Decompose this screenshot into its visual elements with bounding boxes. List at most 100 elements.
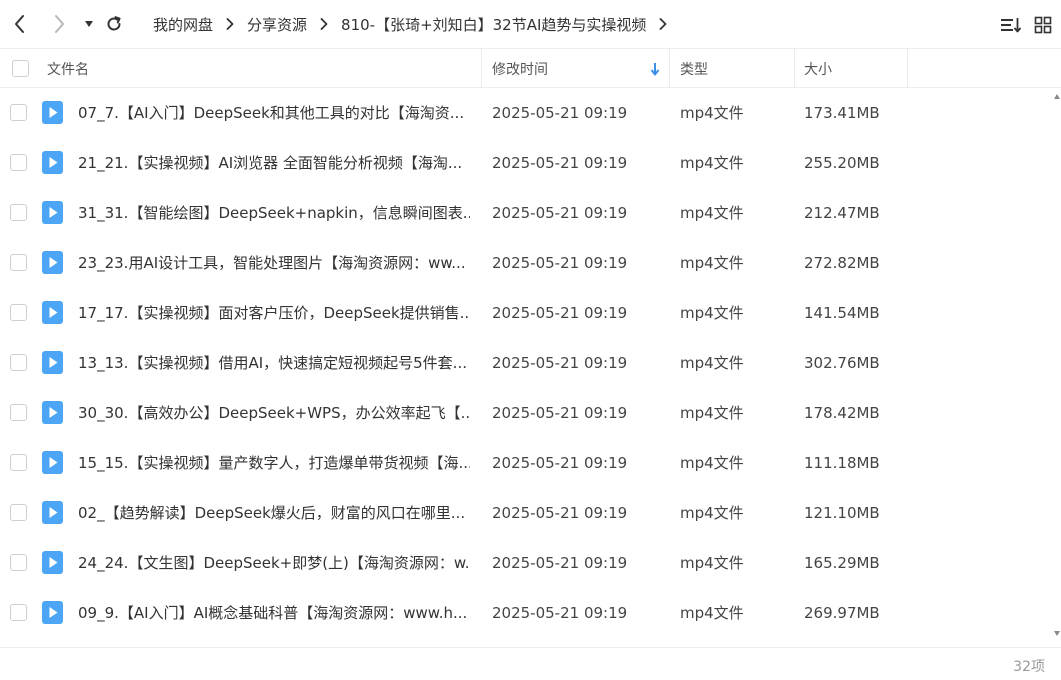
file-type: mp4文件 — [680, 454, 744, 472]
file-size: 302.76MB — [804, 354, 880, 372]
table-row[interactable]: 23_23.用AI设计工具，智能处理图片【海淘资源网：ww... 2025-05-… — [0, 238, 1052, 288]
file-type: mp4文件 — [680, 154, 744, 172]
column-divider[interactable] — [907, 49, 908, 88]
sort-arrow-down-icon[interactable] — [650, 49, 660, 88]
video-file-icon — [42, 201, 63, 224]
column-divider[interactable] — [481, 49, 482, 88]
column-divider[interactable] — [669, 49, 670, 88]
row-checkbox[interactable] — [10, 154, 27, 171]
video-file-icon — [42, 451, 63, 474]
table-row[interactable]: 17_17.【实操视频】面对客户压价，DeepSeek提供销售... 2025-0… — [0, 288, 1052, 338]
select-all-checkbox[interactable] — [12, 60, 29, 77]
video-file-icon — [42, 251, 63, 274]
scroll-up-arrow-icon[interactable] — [1054, 94, 1060, 99]
file-size: 121.10MB — [804, 504, 880, 522]
history-dropdown-button[interactable] — [75, 10, 103, 38]
navigation-bar: 我的网盘 分享资源 810-【张琦+刘知白】32节AI趋势与实操视频 — [0, 0, 1061, 48]
file-name[interactable]: 24_24.【文生图】DeepSeek+即梦(上)【海淘资源网：w... — [78, 538, 470, 588]
table-row[interactable]: 30_30.【高效办公】DeepSeek+WPS，办公效率起飞【... 2025-… — [0, 388, 1052, 438]
grid-view-button[interactable] — [1031, 13, 1055, 37]
chevron-left-icon — [15, 15, 24, 33]
file-name[interactable]: 23_23.用AI设计工具，智能处理图片【海淘资源网：ww... — [78, 238, 470, 288]
column-header-modified[interactable]: 修改时间 — [492, 49, 548, 88]
file-name[interactable]: 31_31.【智能绘图】DeepSeek+napkin，信息瞬间图表... — [78, 188, 470, 238]
row-checkbox[interactable] — [10, 504, 27, 521]
file-type: mp4文件 — [680, 554, 744, 572]
row-checkbox[interactable] — [10, 554, 27, 571]
row-checkbox[interactable] — [10, 254, 27, 271]
caret-down-icon — [85, 21, 93, 27]
row-checkbox[interactable] — [10, 204, 27, 221]
chevron-right-icon — [226, 18, 234, 30]
chevron-right-icon — [320, 18, 328, 30]
row-checkbox[interactable] — [10, 104, 27, 121]
file-modified-time: 2025-05-21 09:19 — [492, 204, 628, 222]
back-button[interactable] — [6, 10, 34, 38]
file-size: 212.47MB — [804, 204, 880, 222]
file-type: mp4文件 — [680, 504, 744, 522]
column-header-name[interactable]: 文件名 — [47, 49, 89, 88]
breadcrumb-item-root[interactable]: 我的网盘 — [153, 14, 213, 35]
video-file-icon — [42, 101, 63, 124]
file-size: 272.82MB — [804, 254, 880, 272]
footer-divider — [0, 647, 1061, 648]
refresh-button[interactable] — [100, 10, 128, 38]
row-checkbox[interactable] — [10, 354, 27, 371]
video-file-icon — [42, 151, 63, 174]
file-size: 165.29MB — [804, 554, 880, 572]
file-name[interactable]: 09_9.【AI入门】AI概念基础科普【海淘资源网：www.h... — [78, 588, 470, 638]
file-modified-time: 2025-05-21 09:19 — [492, 454, 628, 472]
file-name[interactable]: 07_7.【AI入门】DeepSeek和其他工具的对比【海淘资... — [78, 88, 470, 138]
column-header-size[interactable]: 大小 — [804, 49, 832, 88]
forward-button[interactable] — [45, 10, 73, 38]
file-size: 173.41MB — [804, 104, 880, 122]
file-size: 111.18MB — [804, 454, 880, 472]
table-row[interactable]: 24_24.【文生图】DeepSeek+即梦(上)【海淘资源网：w... 2025… — [0, 538, 1052, 588]
file-name[interactable]: 15_15.【实操视频】量产数字人，打造爆单带货视频【海... — [78, 438, 470, 488]
file-modified-time: 2025-05-21 09:19 — [492, 354, 628, 372]
file-size: 178.42MB — [804, 404, 880, 422]
scroll-down-arrow-icon[interactable] — [1054, 631, 1060, 636]
sort-options-button[interactable] — [999, 13, 1023, 37]
file-modified-time: 2025-05-21 09:19 — [492, 404, 628, 422]
file-name[interactable]: 30_30.【高效办公】DeepSeek+WPS，办公效率起飞【... — [78, 388, 470, 438]
video-file-icon — [42, 551, 63, 574]
chevron-right-icon[interactable] — [659, 18, 667, 30]
video-file-icon — [42, 401, 63, 424]
file-size: 255.20MB — [804, 154, 880, 172]
file-type: mp4文件 — [680, 104, 744, 122]
file-size: 141.54MB — [804, 304, 880, 322]
table-row[interactable]: 09_9.【AI入门】AI概念基础科普【海淘资源网：www.h... 2025-0… — [0, 588, 1052, 638]
file-name[interactable]: 17_17.【实操视频】面对客户压价，DeepSeek提供销售... — [78, 288, 470, 338]
column-divider[interactable] — [794, 49, 795, 88]
file-modified-time: 2025-05-21 09:19 — [492, 504, 628, 522]
row-checkbox[interactable] — [10, 604, 27, 621]
sort-list-icon — [1001, 18, 1022, 33]
row-checkbox[interactable] — [10, 304, 27, 321]
breadcrumb: 我的网盘 分享资源 810-【张琦+刘知白】32节AI趋势与实操视频 — [153, 0, 680, 48]
refresh-icon — [107, 16, 121, 31]
file-modified-time: 2025-05-21 09:19 — [492, 604, 628, 622]
table-row[interactable]: 13_13.【实操视频】借用AI，快速搞定短视频起号5件套... 2025-05-… — [0, 338, 1052, 388]
row-checkbox[interactable] — [10, 454, 27, 471]
file-name[interactable]: 13_13.【实操视频】借用AI，快速搞定短视频起号5件套... — [78, 338, 470, 388]
file-size: 269.97MB — [804, 604, 880, 622]
video-file-icon — [42, 301, 63, 324]
row-checkbox[interactable] — [10, 404, 27, 421]
select-all-checkbox-cell[interactable] — [12, 49, 29, 88]
table-row[interactable]: 31_31.【智能绘图】DeepSeek+napkin，信息瞬间图表... 202… — [0, 188, 1052, 238]
grid-view-icon — [1034, 16, 1052, 34]
file-modified-time: 2025-05-21 09:19 — [492, 304, 628, 322]
file-type: mp4文件 — [680, 254, 744, 272]
table-row[interactable]: 07_7.【AI入门】DeepSeek和其他工具的对比【海淘资... 2025-0… — [0, 88, 1052, 138]
column-header-type[interactable]: 类型 — [680, 49, 708, 88]
chevron-right-icon — [55, 15, 64, 33]
table-row[interactable]: 15_15.【实操视频】量产数字人，打造爆单带货视频【海... 2025-05-2… — [0, 438, 1052, 488]
file-name[interactable]: 02_【趋势解读】DeepSeek爆火后，财富的风口在哪里... — [78, 488, 470, 538]
video-file-icon — [42, 351, 63, 374]
table-row[interactable]: 02_【趋势解读】DeepSeek爆火后，财富的风口在哪里... 2025-05-… — [0, 488, 1052, 538]
file-name[interactable]: 21_21.【实操视频】AI浏览器 全面智能分析视频【海淘... — [78, 138, 470, 188]
breadcrumb-item-current[interactable]: 810-【张琦+刘知白】32节AI趋势与实操视频 — [341, 14, 646, 35]
table-row[interactable]: 21_21.【实操视频】AI浏览器 全面智能分析视频【海淘... 2025-05-… — [0, 138, 1052, 188]
breadcrumb-item-shared[interactable]: 分享资源 — [247, 14, 307, 35]
